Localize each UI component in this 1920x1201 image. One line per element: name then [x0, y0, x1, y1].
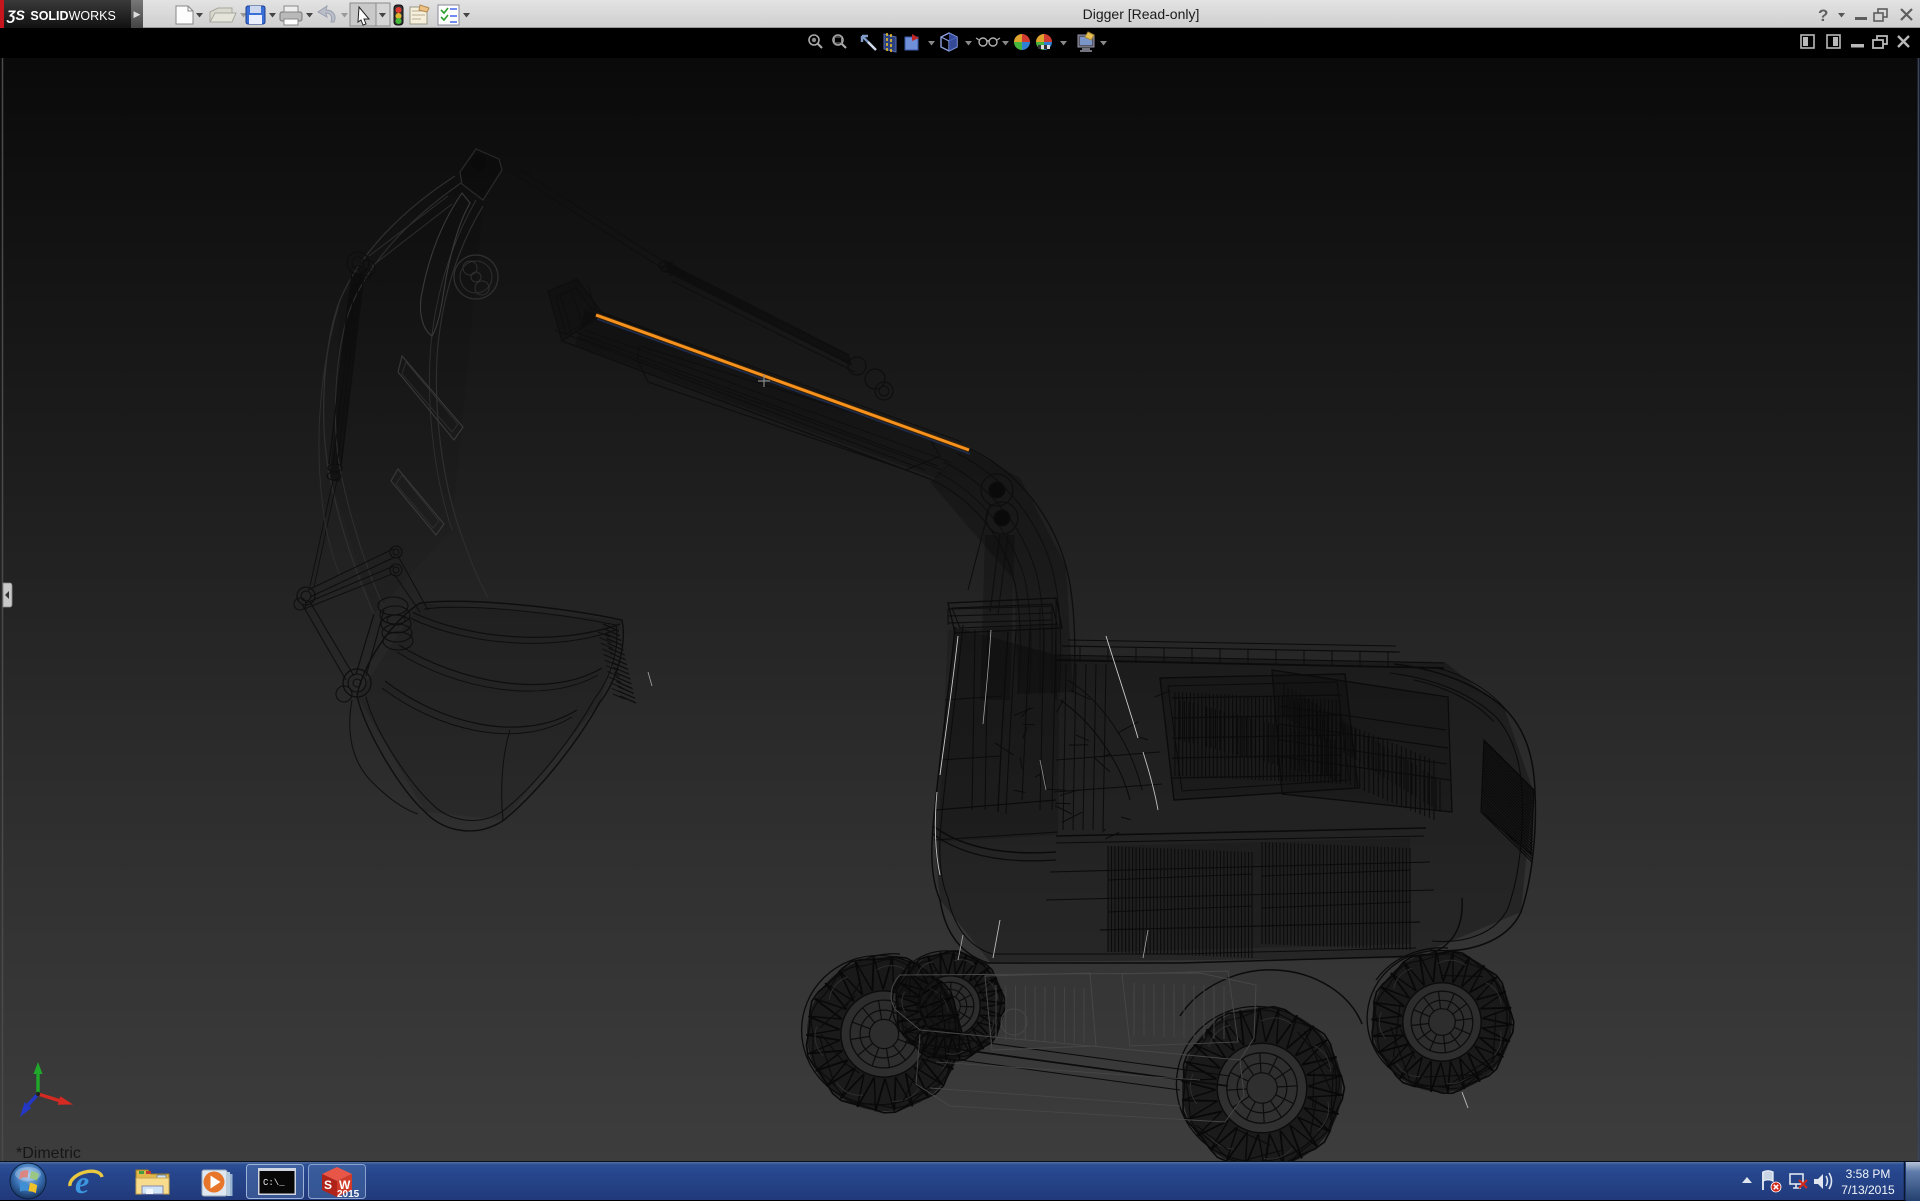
svg-text:S: S [324, 1178, 332, 1192]
svg-text:C:\_: C:\_ [263, 1178, 285, 1188]
svg-text:e: e [75, 1164, 89, 1200]
svg-text:?: ? [1818, 6, 1828, 25]
svg-text:2015: 2015 [337, 1189, 360, 1200]
svg-text:3:58 PM: 3:58 PM [1846, 1167, 1891, 1181]
svg-text:7/13/2015: 7/13/2015 [1841, 1183, 1895, 1197]
